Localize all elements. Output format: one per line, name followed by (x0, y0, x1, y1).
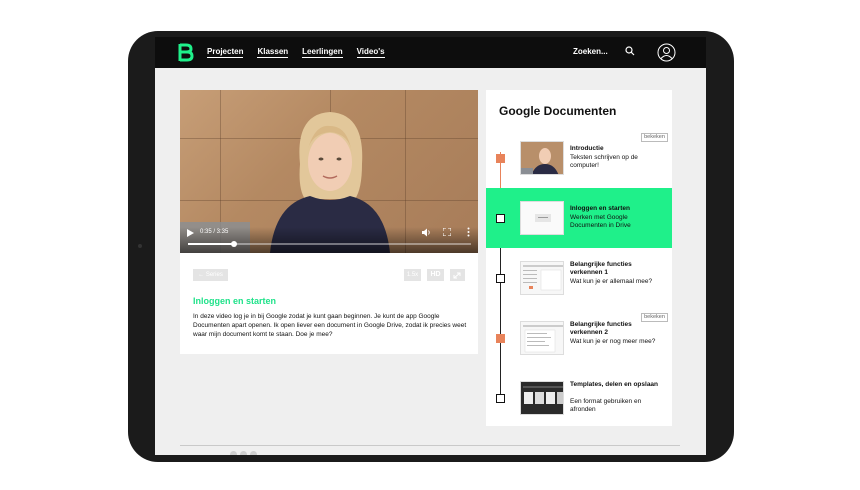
logo-b-icon[interactable] (178, 43, 194, 62)
series-item-subtitle: Teksten schrijven op de computer! (570, 154, 638, 169)
play-icon[interactable] (187, 229, 194, 237)
top-navigation-bar: Projecten Klassen Leerlingen Video's Zoe… (155, 37, 706, 68)
watched-badge: bekeken (641, 133, 668, 142)
app-screen: Projecten Klassen Leerlingen Video's Zoe… (155, 37, 706, 455)
video-card: 0:35 / 3:35 ← Series 1.5x HD Inloggen en… (180, 90, 478, 354)
timeline-node (496, 214, 505, 223)
nav-leerlingen[interactable]: Leerlingen (302, 47, 343, 58)
playback-speed-button[interactable]: 1.5x (404, 269, 421, 281)
series-item-title: Belangrijke functies verkennen 2 (570, 321, 632, 336)
lesson-title: Inloggen en starten (193, 296, 277, 306)
fullscreen-icon[interactable] (443, 228, 451, 236)
series-item-subtitle: Een format gebruiken en afronden (570, 398, 642, 413)
lesson-description: In deze video log je in bij Google zodat… (193, 313, 467, 338)
thumbnail-image (523, 265, 563, 291)
timeline-node (496, 154, 505, 163)
series-item-functies-2[interactable]: bekeken Belangrijke functies verkennen 2… (486, 308, 672, 368)
lesson-thumbnail (520, 201, 564, 235)
playback-time: 0:35 / 3:35 (200, 229, 229, 235)
thumbnail-image (535, 214, 551, 222)
progress-bar[interactable] (188, 241, 471, 247)
search-input[interactable]: Zoeken... (573, 47, 608, 56)
series-item-title: Belangrijke functies verkennen 1 (570, 261, 632, 276)
tablet-camera (138, 244, 142, 248)
video-player[interactable]: 0:35 / 3:35 (180, 90, 478, 253)
footer-dot (230, 451, 237, 455)
series-item-title: Templates, delen en opslaan (570, 381, 659, 388)
expand-icon (453, 272, 461, 279)
footer-dot (240, 451, 247, 455)
series-item-subtitle: Wat kun je er allemaal mee? (570, 278, 653, 285)
footer-dot (250, 451, 257, 455)
lesson-thumbnail (520, 321, 564, 355)
lesson-thumbnail (520, 381, 564, 415)
footer-dots (230, 451, 257, 455)
thumbnail-image (523, 386, 563, 404)
search-icon[interactable] (625, 46, 635, 56)
expand-button[interactable] (450, 269, 465, 281)
nav-projecten[interactable]: Projecten (207, 47, 244, 58)
thumbnail-image (523, 325, 563, 353)
nav-klassen[interactable]: Klassen (257, 47, 289, 58)
series-title: Google Documenten (499, 104, 617, 118)
lesson-thumbnail (520, 141, 564, 175)
more-options-icon[interactable] (467, 227, 470, 237)
progress-fill (188, 243, 235, 245)
series-item-title: Inloggen en starten (570, 205, 630, 212)
user-account-icon[interactable] (657, 43, 676, 62)
hd-quality-button[interactable]: HD (427, 269, 444, 281)
volume-icon[interactable] (422, 228, 431, 237)
series-list-card: Google Documenten bekeken Introductie Te… (486, 90, 672, 426)
series-item-subtitle: Werken met Google Documenten in Drive (570, 214, 631, 229)
lesson-thumbnail (520, 261, 564, 295)
thumbnail-image (521, 148, 559, 174)
series-item-inloggen[interactable]: Inloggen en starten Werken met Google Do… (486, 188, 672, 248)
timeline-node (496, 394, 505, 403)
series-item-introductie[interactable]: bekeken Introductie Teksten schrijven op… (486, 128, 672, 188)
nav-videos[interactable]: Video's (356, 47, 385, 58)
series-item-templates[interactable]: Templates, delen en opslaan Een format g… (486, 368, 672, 428)
timeline-node (496, 334, 505, 343)
back-to-series-button[interactable]: ← Series (193, 269, 228, 281)
footer-divider (180, 445, 680, 446)
series-item-functies-1[interactable]: Belangrijke functies verkennen 1 Wat kun… (486, 248, 672, 308)
timeline-node (496, 274, 505, 283)
series-item-title: Introductie (570, 145, 604, 152)
main-nav: Projecten Klassen Leerlingen Video's (207, 47, 385, 58)
series-item-subtitle: Wat kun je er nog meer mee? (570, 338, 656, 345)
